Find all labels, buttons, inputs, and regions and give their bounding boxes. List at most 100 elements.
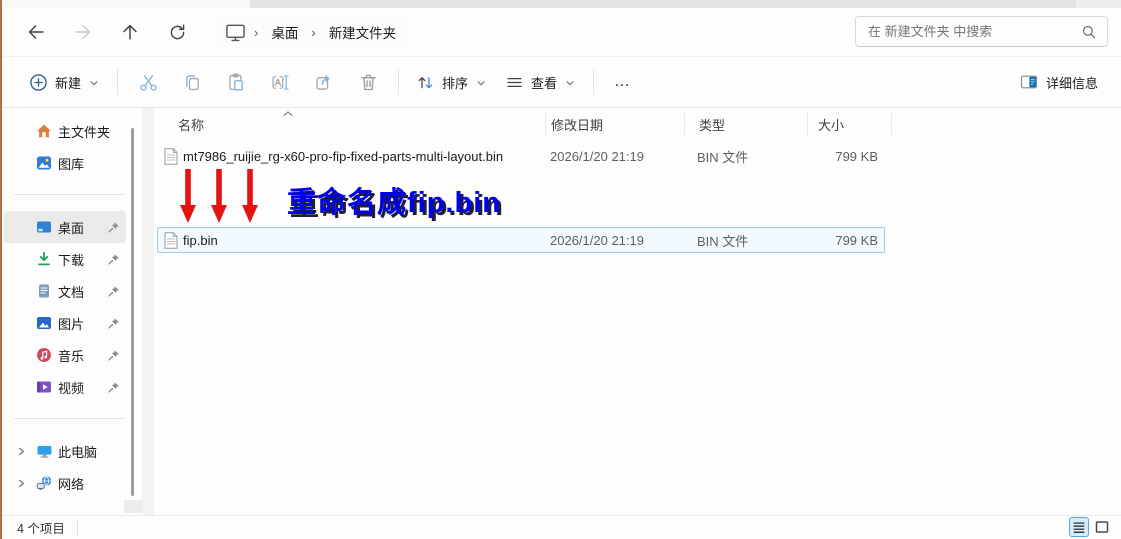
view-button-label: 查看 (531, 75, 558, 91)
file-explorer-window: › 桌面 › 新建文件夹 新建 (0, 0, 1121, 539)
breadcrumb: › 桌面 › 新建文件夹 (214, 15, 413, 49)
chevron-down-icon (475, 77, 487, 89)
view-toggles (1069, 517, 1112, 537)
back-arrow-icon (28, 25, 44, 39)
active-tab[interactable] (2, 0, 250, 8)
details-view-toggle[interactable] (1069, 517, 1089, 537)
delete-button[interactable] (348, 64, 388, 100)
pin-icon (107, 221, 120, 234)
chevron-down-icon (88, 77, 100, 89)
column-header-label: 修改日期 (551, 117, 604, 133)
column-headers: 名称 修改日期 类型 大小 (156, 110, 1121, 138)
sidebar-item-label: 图片 (58, 316, 85, 332)
column-separator[interactable] (891, 113, 892, 135)
sidebar-item-pictures[interactable]: 图片 (4, 307, 126, 339)
pin-icon (107, 285, 120, 298)
sidebar-item-label: 视频 (58, 380, 85, 396)
back-button[interactable] (16, 14, 56, 50)
file-modified: 2026/1/20 21:19 (550, 232, 644, 248)
sidebar-item-label: 音乐 (58, 348, 85, 364)
file-row-selected[interactable]: fip.bin 2026/1/20 21:19 BIN 文件 799 KB (157, 227, 885, 253)
sort-button[interactable]: 排序 (407, 64, 496, 100)
sidebar-scrollbar-thumb[interactable] (131, 128, 134, 496)
toolbar-separator (398, 69, 400, 95)
scissors-icon (139, 74, 157, 91)
pin-icon (107, 253, 120, 266)
bin-file-icon (164, 231, 178, 249)
status-separator (76, 520, 78, 535)
refresh-button[interactable] (157, 14, 197, 50)
sidebar-item-desktop[interactable]: 桌面 (4, 211, 126, 243)
navigation-sidebar: 主文件夹 图库 桌面 下载 文档 图片 音乐 视频 此电脑 网络 (2, 108, 140, 515)
document-icon (36, 283, 52, 299)
copy-icon (185, 74, 199, 90)
sidebar-item-home[interactable]: 主文件夹 (4, 115, 126, 147)
new-button-label: 新建 (55, 75, 82, 91)
cut-button[interactable] (128, 64, 168, 100)
up-button[interactable] (110, 14, 150, 50)
search-box (855, 16, 1108, 47)
items-count: 4 个项目 (17, 522, 65, 536)
home-icon (36, 123, 52, 139)
desktop-icon (36, 219, 52, 235)
pictures-icon (36, 315, 52, 331)
copy-button[interactable] (172, 64, 212, 100)
breadcrumb-item-folder[interactable]: 新建文件夹 (323, 19, 403, 45)
sidebar-item-gallery[interactable]: 图库 (4, 147, 126, 179)
details-view-icon (1073, 522, 1085, 533)
column-header-size[interactable]: 大小 (808, 110, 891, 138)
view-button[interactable]: 查看 (496, 64, 585, 100)
paste-icon (228, 73, 243, 91)
toolbar-separator (593, 69, 595, 95)
pin-icon (107, 381, 120, 394)
rename-button[interactable] (260, 64, 300, 100)
pin-icon (107, 317, 120, 330)
sidebar-separator (14, 418, 126, 419)
search-icon (1081, 24, 1097, 40)
sidebar-item-label: 桌面 (58, 220, 85, 236)
trash-icon (360, 74, 376, 90)
expand-chevron-icon[interactable] (16, 446, 27, 457)
search-input[interactable] (856, 24, 1081, 39)
share-button[interactable] (304, 64, 344, 100)
download-icon (36, 251, 52, 267)
more-button[interactable]: … (602, 73, 643, 91)
file-list-pane: 名称 修改日期 类型 大小 mt7986_ruijie_rg-x60-pro-f… (156, 110, 1121, 515)
chevron-down-icon (564, 77, 576, 89)
paste-button[interactable] (216, 64, 256, 100)
sidebar-item-this-pc[interactable]: 此电脑 (4, 435, 126, 467)
file-row[interactable]: mt7986_ruijie_rg-x60-pro-fip-fixed-parts… (157, 143, 885, 169)
toolbar-separator (117, 69, 119, 95)
sidebar-item-music[interactable]: 音乐 (4, 339, 126, 371)
large-icons-view-toggle[interactable] (1092, 517, 1112, 537)
column-header-name[interactable]: 名称 (156, 110, 545, 138)
music-icon (36, 347, 52, 363)
sidebar-item-documents[interactable]: 文档 (4, 275, 126, 307)
expand-chevron-icon[interactable] (16, 478, 27, 489)
breadcrumb-chevron-icon: › (311, 24, 316, 40)
breadcrumb-chevron-icon: › (254, 24, 259, 40)
share-icon (315, 74, 330, 90)
column-header-type[interactable]: 类型 (685, 110, 807, 138)
new-button[interactable]: 新建 (20, 64, 109, 100)
details-pane-button[interactable]: 详细信息 (1010, 64, 1107, 100)
sidebar-item-videos[interactable]: 视频 (4, 371, 126, 403)
sort-icon (418, 76, 433, 88)
sidebar-item-label: 此电脑 (58, 444, 98, 460)
column-header-modified[interactable]: 修改日期 (546, 110, 684, 138)
sidebar-item-network[interactable]: 网络 (4, 467, 126, 499)
forward-button[interactable] (63, 14, 103, 50)
large-icons-view-icon (1095, 521, 1109, 533)
file-size: 799 KB (835, 232, 878, 248)
sidebar-item-label: 文档 (58, 284, 85, 300)
sidebar-item-label: 下载 (58, 252, 85, 268)
status-bar: 4 个项目 (2, 515, 1121, 539)
monitor-icon[interactable] (224, 21, 247, 44)
file-type: BIN 文件 (697, 149, 749, 165)
file-name: mt7986_ruijie_rg-x60-pro-fip-fixed-parts… (183, 148, 504, 164)
column-header-label: 类型 (699, 117, 726, 133)
sidebar-item-downloads[interactable]: 下载 (4, 243, 126, 275)
breadcrumb-item-desktop[interactable]: 桌面 (265, 19, 304, 45)
up-arrow-icon (123, 24, 137, 40)
caption-buttons-area (1076, 0, 1121, 8)
